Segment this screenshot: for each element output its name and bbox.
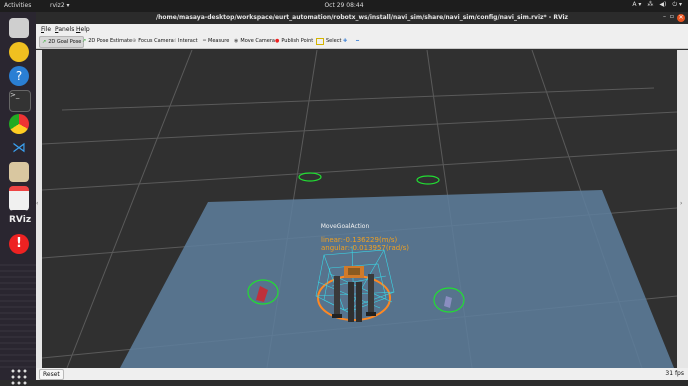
close-icon[interactable]: ✕: [677, 14, 685, 22]
text-editor-icon[interactable]: [9, 162, 29, 182]
hand-icon: ☝: [173, 38, 177, 44]
reset-button[interactable]: Reset: [39, 369, 64, 380]
language-icon[interactable]: A ▾: [632, 1, 641, 9]
select-icon: [316, 37, 324, 45]
rhythmbox-icon[interactable]: [9, 42, 29, 62]
terminal-icon[interactable]: >_: [9, 90, 31, 112]
network-icon[interactable]: ⁂: [647, 1, 653, 9]
goal-marker-ring: [416, 175, 440, 185]
fps-counter: 31 fps: [665, 370, 684, 377]
tool-move-camera[interactable]: ◉ Move Camera: [234, 36, 275, 46]
tool-label: Measure: [208, 38, 230, 44]
tool-label: Select: [326, 38, 342, 44]
dock: ? >_ ⋊ RViz !: [0, 12, 36, 386]
tool-label: Publish Point: [281, 38, 314, 44]
tool-2d-pose-estimate[interactable]: ↗ 2D Pose Estimate: [82, 36, 132, 46]
angular-velocity-label: angular:-0.013957(rad/s): [321, 244, 409, 252]
linear-velocity-label: linear:-0.136229(m/s): [321, 236, 398, 244]
camera-icon: ◉: [234, 38, 239, 44]
tool-label: 2D Pose Estimate: [88, 38, 133, 44]
minimize-icon[interactable]: –: [663, 13, 666, 20]
system-tray[interactable]: A ▾ ⁂ ◀) ⏻ ▾: [632, 1, 682, 9]
remove-tool-icon[interactable]: ━: [356, 36, 359, 46]
map-plane: [120, 190, 674, 368]
system-top-bar: Activities rviz2 ▾ Oct 29 08:44 A ▾ ⁂ ◀)…: [0, 0, 688, 12]
tool-measure[interactable]: ═ Measure: [203, 36, 229, 46]
clock[interactable]: Oct 29 08:44: [0, 2, 688, 9]
power-icon[interactable]: ⏻ ▾: [672, 1, 682, 9]
pin-icon: ●: [275, 38, 280, 44]
add-tool-icon[interactable]: ✚: [343, 36, 347, 46]
chrome-icon[interactable]: [9, 114, 29, 134]
tool-label: Interact: [178, 38, 198, 44]
calendar-icon[interactable]: [9, 186, 29, 211]
tool-label: 2D Goal Pose: [48, 39, 82, 45]
vscode-icon[interactable]: ⋊: [9, 138, 29, 158]
tool-focus-camera[interactable]: ⊕ Focus Camera: [132, 36, 174, 46]
tool-bar: ↗ 2D Goal Pose ↗ 2D Pose Estimate ⊕ Focu…: [36, 34, 688, 49]
help-icon[interactable]: ?: [9, 66, 29, 86]
files-icon[interactable]: [9, 18, 29, 38]
green-arrow-icon: ↗: [82, 38, 87, 44]
show-applications-icon[interactable]: [10, 368, 28, 386]
tool-interact[interactable]: ☝ Interact: [173, 36, 198, 46]
crosshair-icon: ⊕: [132, 38, 137, 44]
menu-bar: File Panels Help: [36, 24, 688, 34]
tool-publish-point[interactable]: ● Publish Point: [275, 36, 313, 46]
scene-svg[interactable]: MoveGoalAction linear:-0.136229(m/s) ang…: [42, 50, 677, 368]
3d-viewport[interactable]: MoveGoalAction linear:-0.136229(m/s) ang…: [42, 50, 677, 368]
menu-panels[interactable]: Panels: [55, 26, 74, 33]
tool-label: Move Camera: [240, 38, 275, 44]
menu-help[interactable]: Help: [76, 26, 90, 33]
ruler-icon: ═: [203, 38, 207, 44]
menu-file[interactable]: File: [41, 26, 51, 33]
action-label: MoveGoalAction: [321, 223, 370, 230]
maximize-icon[interactable]: ▫: [670, 13, 674, 20]
window-titlebar[interactable]: /home/masaya-desktop/workspace/eurt_auto…: [36, 12, 688, 24]
status-bar: Reset 31 fps: [36, 368, 688, 380]
tool-label: Focus Camera: [138, 38, 174, 44]
right-panel-handle[interactable]: ›: [677, 50, 688, 368]
update-icon[interactable]: !: [9, 234, 29, 254]
terminal-preview: [0, 260, 36, 370]
volume-icon[interactable]: ◀): [659, 1, 666, 9]
tool-select[interactable]: Select: [316, 36, 341, 46]
goal-marker-ring: [298, 172, 322, 182]
window-title: /home/masaya-desktop/workspace/eurt_auto…: [155, 14, 569, 21]
rviz-window: /home/masaya-desktop/workspace/eurt_auto…: [36, 12, 688, 380]
tool-2d-goal-pose[interactable]: ↗ 2D Goal Pose: [39, 36, 85, 48]
rviz-icon[interactable]: RViz: [9, 210, 31, 230]
chevron-right-icon[interactable]: ›: [680, 200, 682, 207]
green-arrow-icon: ↗: [42, 39, 47, 45]
chevron-left-icon[interactable]: ‹: [36, 200, 38, 207]
